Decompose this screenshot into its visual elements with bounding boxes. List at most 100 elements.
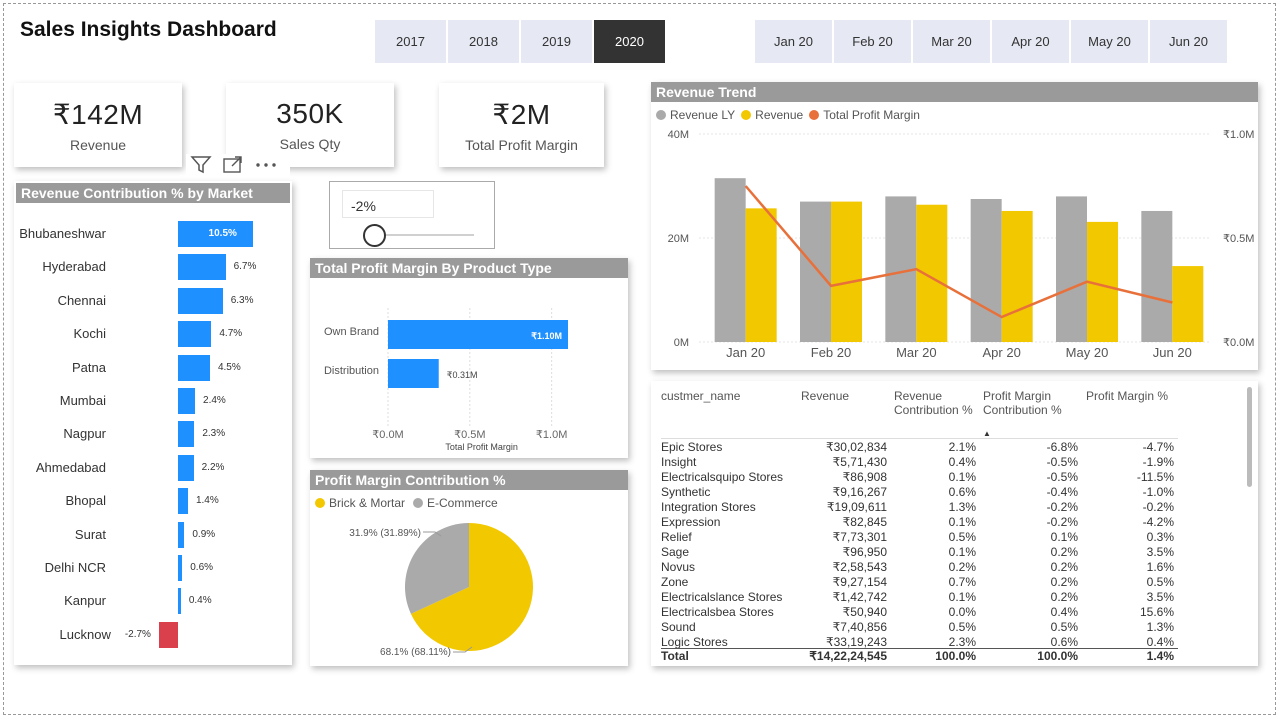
table-row[interactable]: Synthetic ₹9,16,267 0.6% -0.4% -1.0%	[661, 485, 1181, 500]
market-value-label: 2.4%	[203, 395, 226, 406]
y2-tick-label: ₹0.0M	[1223, 337, 1254, 349]
market-value-label: 0.9%	[192, 528, 216, 540]
table-total-row: Total ₹14,22,24,545 100.0% 100.0% 1.4%	[661, 649, 1181, 664]
year-option-2020[interactable]: 2020	[594, 20, 665, 63]
month-option[interactable]: Jun 20	[1150, 20, 1227, 63]
slider-value-input[interactable]: -2%	[342, 190, 434, 218]
col-header-revenue-contribution[interactable]: Revenue Contribution %	[894, 389, 974, 417]
table-cell: 0.2%	[1050, 590, 1078, 604]
sort-indicator-icon[interactable]: ▲	[983, 429, 991, 438]
x-tick-label: Mar 20	[896, 345, 936, 360]
market-bar[interactable]	[178, 388, 196, 414]
table-row[interactable]: Relief ₹7,73,301 0.5% 0.1% 0.3%	[661, 530, 1181, 545]
table-cell: 0.4%	[1146, 635, 1174, 649]
market-bar[interactable]	[178, 521, 185, 548]
category-label: Own Brand	[324, 326, 379, 338]
market-bar[interactable]	[178, 421, 195, 448]
market-bar[interactable]	[178, 254, 226, 281]
x-tick-label: ₹0.0M	[372, 429, 403, 441]
market-row[interactable]: Lucknow -2.7%	[14, 621, 284, 648]
table-cell: 0.7%	[948, 575, 976, 589]
kpi-label: Revenue	[69, 136, 127, 153]
market-bar[interactable]	[178, 354, 210, 381]
table-cell: ₹9,27,154	[832, 575, 887, 589]
filter-icon[interactable]	[190, 155, 212, 180]
month-option[interactable]: Apr 20	[992, 20, 1069, 63]
table-cell: 0.1%	[948, 515, 976, 529]
x-tick-label: Feb 20	[811, 345, 851, 360]
legend-swatch	[413, 498, 424, 508]
col-header-profit-margin[interactable]: Profit Margin %	[1086, 389, 1168, 403]
table-cell: 0.4%	[1050, 605, 1078, 619]
y2-tick-label: ₹1.0M	[1223, 129, 1254, 141]
table-row[interactable]: Electricalsbea Stores ₹50,940 0.0% 0.4% 15.6…	[661, 605, 1181, 620]
market-row[interactable]: Bhubaneshwar 10.5%	[14, 221, 284, 247]
market-bar[interactable]	[178, 588, 181, 615]
market-value-label: -2.7%	[124, 628, 151, 640]
focus-mode-icon[interactable]	[222, 155, 244, 180]
revenue-ly-bar	[970, 199, 1002, 342]
market-row[interactable]: Kanpur 0.4%	[14, 588, 284, 615]
market-row[interactable]: Bhopal 1.4%	[14, 488, 284, 515]
table-row[interactable]: Electricalsquipo Stores ₹86,908 0.1% -0.5% -…	[661, 470, 1181, 485]
panel-title: Total Profit Margin By Product Type	[310, 258, 628, 278]
market-row[interactable]: Chennai 6.3%	[14, 287, 284, 314]
market-row[interactable]: Nagpur 2.3%	[14, 421, 284, 448]
month-option[interactable]: Feb 20	[834, 20, 911, 63]
market-bar[interactable]	[158, 621, 178, 648]
table-row[interactable]: Epic Stores ₹30,02,834 2.1% -6.8% -4.7%	[661, 440, 1181, 455]
market-bar[interactable]	[178, 321, 212, 348]
market-bar[interactable]	[178, 287, 223, 314]
table-cell: ₹9,16,267	[832, 485, 887, 499]
year-option-2018[interactable]: 2018	[448, 20, 519, 63]
market-row[interactable]: Mumbai 2.4%	[14, 388, 284, 414]
market-value-label: 0.6%	[190, 562, 214, 573]
market-bar[interactable]	[178, 454, 194, 481]
panel-title: Profit Margin Contribution %	[310, 470, 628, 490]
market-bar[interactable]	[178, 488, 188, 515]
table-cell: Electricalsbea Stores	[661, 605, 774, 619]
table-row[interactable]: Expression ₹82,845 0.1% -0.2% -4.2%	[661, 515, 1181, 530]
market-row[interactable]: Ahmedabad 2.2%	[14, 454, 284, 481]
market-label: Ahmedabad	[35, 459, 106, 475]
x-tick-label: Apr 20	[983, 345, 1021, 360]
col-header-customer[interactable]: custmer_name	[661, 389, 740, 403]
table-row[interactable]: Insight ₹5,71,430 0.4% -0.5% -1.9%	[661, 455, 1181, 470]
visual-header-toolbar	[186, 154, 290, 180]
table-row[interactable]: Zone ₹9,27,154 0.7% 0.2% 0.5%	[661, 575, 1181, 590]
market-row[interactable]: Surat 0.9%	[14, 521, 284, 548]
table-cell: ₹86,908	[842, 470, 887, 484]
table-row[interactable]: Sound ₹7,40,856 0.5% 0.5% 1.3%	[661, 620, 1181, 635]
table-cell: ₹1,42,742	[832, 590, 887, 604]
margin-slider-box: -2%	[329, 181, 495, 249]
table-row[interactable]: Sage ₹96,950 0.1% 0.2% 3.5%	[661, 545, 1181, 560]
slider-handle[interactable]	[363, 224, 386, 247]
legend-item: Revenue	[755, 108, 804, 122]
table-cell: ₹19,09,611	[826, 500, 887, 514]
table-cell: -0.4%	[1046, 485, 1078, 499]
revenue-ly-bar	[800, 201, 831, 342]
legend-swatch	[315, 498, 325, 508]
market-row[interactable]: Hyderabad 6.7%	[14, 254, 284, 281]
kpi-label: Total Profit Margin	[465, 136, 578, 153]
col-header-profit-margin-contribution[interactable]: Profit Margin Contribution %	[983, 389, 1078, 417]
table-row[interactable]: Novus ₹2,58,543 0.2% 0.2% 1.6%	[661, 560, 1181, 575]
market-value-label: 0.4%	[188, 595, 212, 607]
month-option[interactable]: Jan 20	[755, 20, 832, 63]
market-row[interactable]: Kochi 4.7%	[14, 321, 284, 348]
year-option-2019[interactable]: 2019	[521, 20, 592, 63]
col-header-revenue[interactable]: Revenue	[801, 389, 849, 403]
month-option[interactable]: Mar 20	[913, 20, 990, 63]
kpi-card-profit-margin: ₹2M Total Profit Margin	[439, 83, 604, 167]
table-row[interactable]: Integration Stores ₹19,09,611 1.3% -0.2% -0.…	[661, 500, 1181, 515]
market-row[interactable]: Delhi NCR 0.6%	[14, 555, 284, 581]
market-bar[interactable]	[178, 555, 183, 581]
year-option-2017[interactable]: 2017	[375, 20, 446, 63]
table-row[interactable]: Electricalslance Stores ₹1,42,742 0.1% 0.2%…	[661, 590, 1181, 605]
market-row[interactable]: Patna 4.5%	[14, 354, 284, 381]
table-cell: 0.1%	[948, 590, 976, 604]
pie-data-label: 31.9% (31.89%)	[349, 528, 421, 539]
month-option[interactable]: May 20	[1071, 20, 1148, 63]
more-options-icon[interactable]	[254, 155, 278, 180]
table-scrollbar[interactable]	[1247, 387, 1252, 487]
